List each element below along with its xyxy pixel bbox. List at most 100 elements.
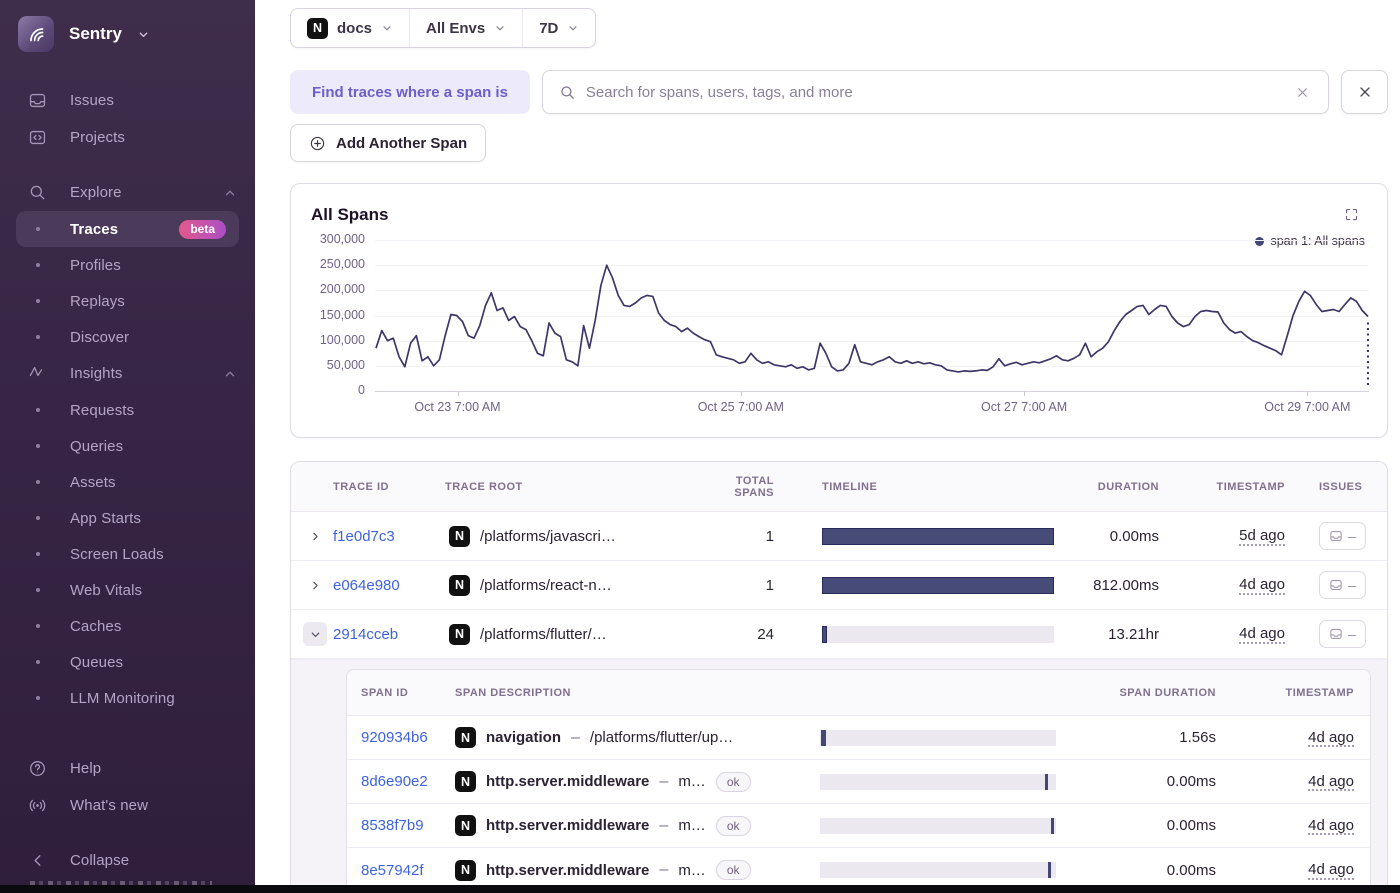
sidebar-item-screen-loads[interactable]: Screen Loads [16,536,239,572]
search-bar [541,70,1329,114]
span-id-link[interactable]: 8538f7b9 [347,817,455,834]
issues-count-button[interactable]: – [1319,522,1366,550]
sidebar-item-discover[interactable]: Discover [16,319,239,355]
status-badge: ok [715,815,751,836]
sidebar-item-replays[interactable]: Replays [16,283,239,319]
span-duration: 0.00ms [1166,773,1216,790]
sidebar-item-queues[interactable]: Queues [16,644,239,680]
bullet-icon [36,335,40,339]
span-table-card: SPAN ID SPAN DESCRIPTION SPAN DURATION TIME… [346,669,1371,893]
chevron-down-icon [381,22,393,34]
separator: – [659,861,669,878]
sidebar-item-queries[interactable]: Queries [16,428,239,464]
remove-span-condition-button[interactable] [1341,70,1388,114]
span-id-link[interactable]: 8e57942f [347,862,455,879]
column-header: DURATION [1097,480,1159,493]
span-condition-chip: Find traces where a span is [290,70,530,114]
column-header: TIMELINE [822,480,878,493]
trace-id-link[interactable]: e064e980 [333,577,445,594]
span-duration: 1.56s [1179,729,1216,746]
chart-y-axis: 300,000 250,000 200,000 150,000 100,000 50,00… [291,232,365,397]
span-op: navigation [486,729,562,746]
span-description: m… [678,861,706,879]
issues-icon [1330,531,1342,541]
chevron-left-icon [28,851,47,870]
span-id-link[interactable]: 8d6e90e2 [347,773,455,790]
bullet-icon [36,624,40,628]
span-row: 920934b6 Nnavigation –/platforms/flutter/u… [347,716,1370,760]
sidebar-item-requests[interactable]: Requests [16,392,239,428]
project-selector[interactable]: N docs [291,9,409,47]
bullet-icon [36,660,40,664]
column-header: TRACE ROOT [445,480,523,493]
sidebar-item-label: Issues [70,92,114,109]
sidebar-item-label: Traces [70,220,119,238]
org-switcher[interactable]: Sentry [18,14,255,54]
span-row: 8538f7b9 Nhttp.server.middleware – m… ok 0.00… [347,804,1370,848]
sidebar-item-help[interactable]: Help [0,750,255,787]
sidebar-item-assets[interactable]: Assets [16,464,239,500]
sidebar-item-web-vitals[interactable]: Web Vitals [16,572,239,608]
separator: – [659,772,669,790]
y-tick-label: 250,000 [319,257,365,272]
sidebar-footer: Help What's new Collapse [0,750,255,879]
y-tick-label: 300,000 [319,232,365,246]
span-timeline-bar [820,773,1056,790]
column-header: SPAN ID [361,686,409,699]
traces-table-body: f1e0d7c3 N/platforms/javascri… 1 0.00ms 5d a… [291,512,1387,893]
span-timeline-bar [820,729,1056,746]
y-tick-label: 50,000 [326,357,365,372]
sentry-logo-icon [18,16,54,52]
span-op: http.server.middleware [486,861,650,879]
sidebar-item-label: Insights [70,365,123,382]
span-id-link[interactable]: 920934b6 [347,729,455,746]
y-tick-label: 200,000 [319,282,365,297]
span-timeline-bar [820,817,1056,834]
duration: 13.21hr [1108,625,1159,643]
sidebar-item-issues[interactable]: Issues [0,82,255,119]
issues-count-button[interactable]: – [1319,620,1366,648]
timeline-bar [822,625,1054,643]
trace-id-link[interactable]: 2914cceb [333,626,445,643]
sidebar-collapse-button[interactable]: Collapse [0,842,255,879]
span-description: /platforms/flutter/up… [589,729,734,746]
sidebar-item-whats-new[interactable]: What's new [0,787,255,824]
bullet-icon [36,227,40,231]
bullet-icon [36,299,40,303]
environment-selector[interactable]: All Envs [409,9,522,47]
timestamp: 5d ago [1239,527,1285,544]
sidebar-item-label: Caches [70,617,122,635]
expand-row-button[interactable] [303,573,327,597]
sidebar-item-explore[interactable]: Explore [0,174,255,211]
timeline-bar [822,576,1054,594]
span-row: 8d6e90e2 Nhttp.server.middleware – m… ok 0.00… [347,760,1370,804]
sidebar-item-llm-monitoring[interactable]: LLM Monitoring [16,680,239,716]
sidebar-item-app-starts[interactable]: App Starts [16,500,239,536]
collapse-row-button[interactable] [303,622,327,646]
trace-id-link[interactable]: f1e0d7c3 [333,528,445,545]
sidebar-item-caches[interactable]: Caches [16,608,239,644]
y-tick-label: 0 [358,383,365,397]
sidebar-item-projects[interactable]: Projects [0,119,255,156]
clear-search-button[interactable] [1291,81,1314,104]
expand-row-button[interactable] [303,524,327,548]
search-icon [28,183,47,202]
trace-root: /platforms/flutter/… [480,625,607,643]
expanded-trace-details: SPAN ID SPAN DESCRIPTION SPAN DURATION TIME… [291,659,1387,893]
bullet-icon [36,552,40,556]
add-another-span-button[interactable]: Add Another Span [290,124,487,162]
search-icon [559,84,576,101]
sidebar-item-profiles[interactable]: Profiles [16,247,239,283]
y-tick-label: 100,000 [319,332,365,347]
date-range-selector[interactable]: 7D [522,9,595,47]
chevron-up-icon [223,367,237,381]
bullet-icon [36,263,40,267]
sidebar-item-insights[interactable]: Insights [0,355,255,392]
search-input[interactable] [585,83,1281,101]
bullet-icon [36,480,40,484]
expand-chart-icon[interactable] [1344,207,1359,227]
issues-count-button[interactable]: – [1319,571,1366,599]
sidebar-item-label: Discover [70,328,130,346]
window-bottom-strip [0,885,1400,893]
sidebar-item-traces[interactable]: Traces beta [16,211,239,247]
